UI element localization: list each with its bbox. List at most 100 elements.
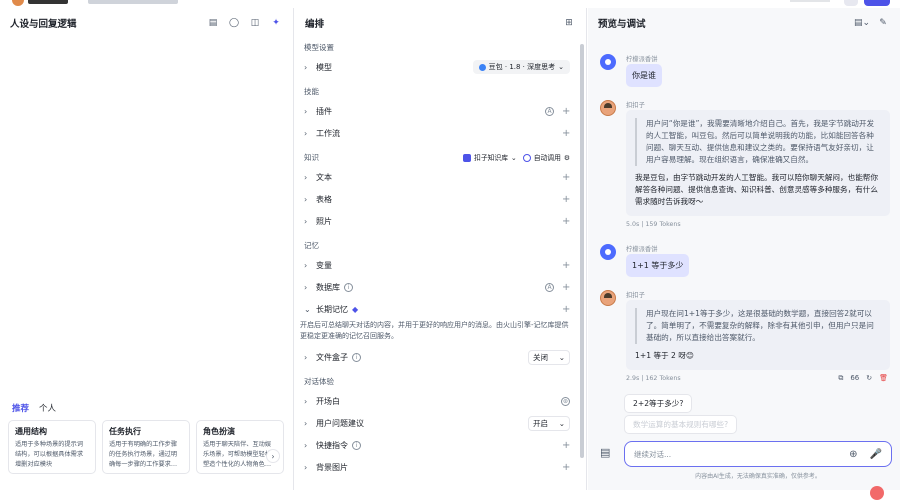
debug-view-icon[interactable]: ▤⌄ (854, 16, 870, 30)
auto-icon[interactable]: A (545, 282, 554, 292)
info-icon[interactable]: i (344, 282, 353, 292)
chevron-down-icon: ⌄ (511, 154, 517, 162)
grid-icon[interactable]: ⊞ (562, 16, 576, 30)
add-icon[interactable]: + (562, 260, 570, 271)
row-database-label: 数据库 (316, 282, 340, 292)
quote-icon[interactable]: 66 (850, 374, 859, 383)
add-icon[interactable]: + (562, 304, 570, 315)
broom-icon[interactable]: ✎ (876, 16, 890, 30)
row-opener[interactable]: › 开场白 ⊛ (304, 390, 570, 412)
scrollbar[interactable] (580, 44, 584, 458)
row-model[interactable]: › 模型 豆包 · 1.8 · 深度思考 ⌄ (304, 56, 570, 78)
info-icon[interactable]: i (352, 352, 361, 362)
row-file-box[interactable]: › 文件盒子 i 关闭 ⌄ (304, 346, 570, 368)
file-box-value: 关闭 (533, 352, 548, 362)
optimize-sparkle-icon[interactable]: ✦ (269, 16, 283, 30)
sender-name: 柠檬派香饼 (626, 246, 658, 253)
gear-icon: ⚙ (563, 154, 570, 162)
tab-personal[interactable]: 个人 (39, 402, 56, 414)
refresh-icon[interactable]: ↻ (866, 374, 872, 383)
chevron-right-icon: › (304, 352, 308, 362)
template-card[interactable]: 角色扮演 适用于聊天陪伴、互动娱乐场景，可帮助模型轻松塑造个性化的人物角色… (196, 420, 284, 474)
message-user: 柠檬派香饼 你是谁 (600, 54, 662, 87)
model-value: 豆包 · 1.8 · 深度思考 (488, 63, 556, 71)
chevron-right-icon: › (304, 172, 308, 182)
row-long-memory[interactable]: ⌄ 长期记忆 ◆ + (304, 298, 570, 320)
kb-selector[interactable]: 扣子知识库 ⌄ (463, 150, 517, 166)
template-icon[interactable]: ▤ (206, 16, 220, 30)
add-icon[interactable]: + (562, 172, 570, 183)
clear-context-icon[interactable]: ▤ (600, 446, 610, 459)
chevron-right-icon: › (304, 194, 308, 204)
microphone-icon[interactable]: 🎤 (870, 449, 882, 460)
add-icon[interactable]: + (562, 462, 570, 473)
template-title: 角色扮演 (203, 427, 235, 436)
long-memory-note: 开启后可总结聊天对话的内容，并用于更好的响应用户的消息。由火山引擎-记忆库提供更… (300, 321, 569, 340)
preview-header: 预览与调试 ▤⌄ ✎ (588, 8, 900, 38)
chevron-right-icon[interactable]: › (266, 449, 280, 463)
kb-icon (463, 154, 472, 162)
section-memory: 记忆 (304, 241, 319, 250)
add-icon[interactable]: + (562, 128, 570, 139)
section-knowledge-label: 知识 (304, 153, 319, 162)
settings-icon[interactable]: ⊛ (561, 396, 570, 406)
top-toolbar (0, 0, 900, 8)
bulb-icon[interactable]: ◯ (227, 16, 241, 30)
row-user-question[interactable]: › 用户问题建议 开启 ⌄ (304, 412, 570, 434)
persona-header: 人设与回复逻辑 ▤ ◯ ◫ ✦ (0, 8, 293, 38)
row-shortcut-label: 快捷指令 (316, 440, 348, 450)
model-selector[interactable]: 豆包 · 1.8 · 深度思考 ⌄ (472, 60, 570, 74)
preview-title: 预览与调试 (598, 19, 646, 30)
template-title: 任务执行 (109, 427, 141, 436)
row-table[interactable]: › 表格 + (304, 188, 570, 210)
row-database[interactable]: › 数据库 i A + (304, 276, 570, 298)
row-bg-image[interactable]: › 背景图片 + (304, 456, 570, 478)
layout-icon[interactable]: ◫ (248, 16, 262, 30)
section-skills: 技能 (304, 87, 319, 96)
orchestration-body: 模型设置 › 模型 豆包 · 1.8 · 深度思考 ⌄ 技能 › 插件 A + ›… (295, 38, 579, 490)
template-desc: 适用于多种场景的提示词结构，可以根据具体需求增删对应模块 (15, 441, 84, 468)
auto-icon[interactable]: A (545, 106, 554, 116)
row-photo[interactable]: › 照片 + (304, 210, 570, 232)
more-button[interactable] (844, 0, 858, 6)
floating-help-button[interactable] (870, 486, 884, 500)
add-icon[interactable]: + (562, 216, 570, 227)
bot-avatar (600, 100, 616, 116)
persona-title: 人设与回复逻辑 (10, 19, 77, 30)
message-actions: ⧉ 66 ↻ 🗑 (838, 374, 888, 383)
user-question-select[interactable]: 开启 ⌄ (528, 415, 570, 431)
template-list: 通用结构 适用于多种场景的提示词结构，可以根据具体需求增删对应模块 任务执行 适… (8, 420, 284, 474)
tab-recommended[interactable]: 推荐 (12, 402, 29, 414)
template-card[interactable]: 通用结构 适用于多种场景的提示词结构，可以根据具体需求增删对应模块 (8, 420, 96, 474)
chat-input[interactable]: 继续对话... ⊕ 🎤 (624, 441, 892, 467)
orchestration-panel: 编排 ⊞ 模型设置 › 模型 豆包 · 1.8 · 深度思考 ⌄ 技能 › 插件 … (295, 8, 587, 490)
row-shortcut[interactable]: › 快捷指令 i + (304, 434, 570, 456)
message-bot: 扣扣子 用户问“你是谁”，我需要清晰地介绍自己。首先，我是字节跳动开发的人工智能… (600, 100, 890, 216)
chevron-right-icon: › (304, 282, 308, 292)
row-variables[interactable]: › 变量 + (304, 254, 570, 276)
row-text[interactable]: › 文本 + (304, 166, 570, 188)
section-knowledge: 知识 扣子知识库 ⌄ 自动调用 ⚙ (304, 150, 570, 166)
row-plugin[interactable]: › 插件 A + (304, 100, 570, 122)
add-icon[interactable]: + (562, 106, 570, 117)
delete-icon[interactable]: 🗑 (879, 374, 888, 383)
preview-panel: 预览与调试 ▤⌄ ✎ 柠檬派香饼 你是谁 扣扣子 用户问“你是谁”，我需要清晰地… (588, 8, 900, 500)
publish-button[interactable] (864, 0, 890, 6)
chevron-down-icon: ⌄ (304, 304, 311, 314)
row-workflow[interactable]: › 工作流 + (304, 122, 570, 144)
user-avatar[interactable] (12, 0, 24, 6)
file-box-select[interactable]: 关闭 ⌄ (528, 349, 570, 365)
copy-icon[interactable]: ⧉ (838, 374, 843, 383)
auto-call-icon (522, 154, 531, 162)
add-icon[interactable]: + (562, 194, 570, 205)
add-icon[interactable]: + (562, 282, 570, 293)
auto-call-selector[interactable]: 自动调用 ⚙ (522, 150, 570, 166)
suggestion-chip[interactable]: 2+2等于多少? (624, 394, 693, 413)
add-icon[interactable]: + (562, 440, 570, 451)
reasoning-text: 用户现在问1+1等于多少，这是很基础的数学题，直接回答2就可以了。简单明了，不需… (635, 308, 881, 344)
add-attachment-icon[interactable]: ⊕ (849, 449, 857, 460)
template-card[interactable]: 任务执行 适用于有明确的工作步骤的任务执行场景，通过明确每一步骤的工作要求… (102, 420, 190, 474)
bot-bubble: 用户问“你是谁”，我需要清晰地介绍自己。首先，我是字节跳动开发的人工智能，叫豆包… (626, 110, 890, 216)
suggestion-chip[interactable]: 数学运算的基本规则有哪些? (624, 415, 738, 434)
info-icon[interactable]: i (352, 440, 361, 450)
